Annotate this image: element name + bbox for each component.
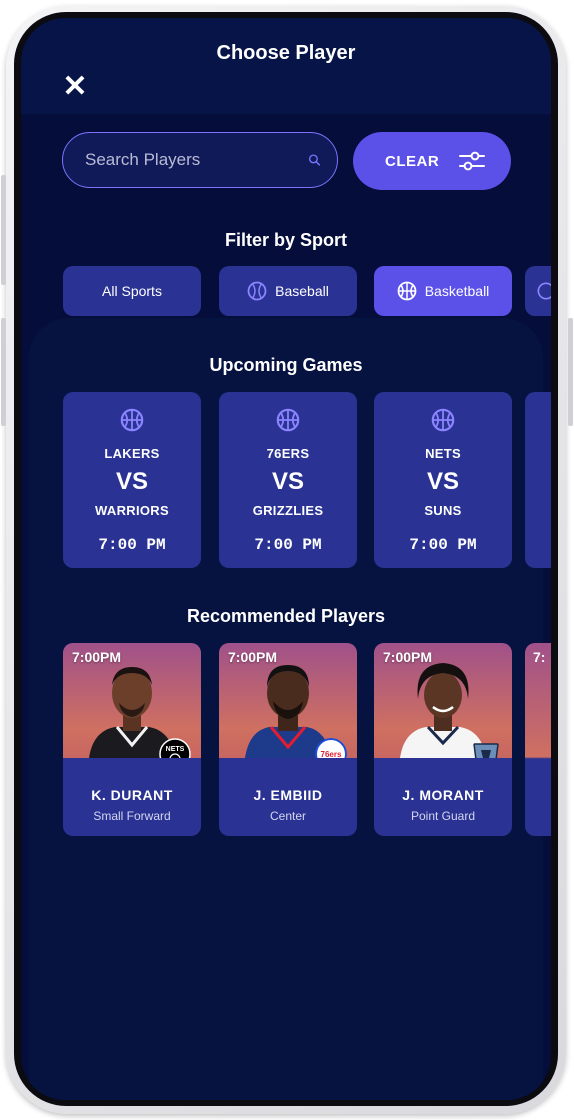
grizzlies-logo-icon [473, 743, 499, 758]
filter-sliders-icon [459, 151, 485, 171]
chip-label: Basketball [424, 283, 490, 299]
clear-button[interactable]: CLEAR [353, 132, 511, 190]
player-name: J. MORANT [402, 787, 484, 803]
player-position: Center [269, 809, 307, 823]
home-team: 76ERS [266, 446, 310, 461]
player-position: Small Forward [93, 809, 171, 823]
chip-all-sports[interactable]: All Sports [63, 266, 201, 316]
home-team: NETS [425, 446, 461, 461]
chip-partial[interactable] [525, 266, 551, 316]
player-position: Point Guard [410, 809, 476, 823]
search-box[interactable] [62, 132, 338, 188]
close-icon[interactable]: ✕ [59, 70, 91, 103]
vs-label: VS [426, 468, 459, 495]
basketball-icon [276, 408, 300, 432]
away-team: WARRIORS [95, 503, 169, 518]
team-logo-text: NETS [166, 746, 185, 753]
header-bar [21, 18, 551, 114]
away-team: GRIZZLIES [252, 503, 324, 518]
player-photo: 7:00PM [374, 643, 512, 758]
game-time: 7:00 PM [98, 536, 166, 554]
team-logo: NETS [159, 738, 191, 758]
game-card[interactable]: NETS VS SUNS 7:00 PM [374, 392, 512, 568]
player-card[interactable]: 7:00PM NETS K. DURANT Small Forward [63, 643, 201, 836]
filter-title: Filter by Sport [224, 230, 347, 250]
recommended-title: Recommended Players [186, 606, 386, 626]
chip-label: All Sports [102, 283, 162, 299]
sport-icon [537, 282, 551, 300]
player-game-time: 7: [533, 649, 546, 665]
player-name: K. DURANT [91, 787, 173, 803]
player-card-partial[interactable]: 7: [525, 643, 551, 836]
player-name: J. EMBIID [253, 787, 323, 803]
game-time: 7:00 PM [254, 536, 322, 554]
page-title: Choose Player [216, 42, 356, 64]
game-time: 7:00 PM [409, 536, 477, 554]
chip-basketball[interactable]: Basketball [374, 266, 512, 316]
game-card[interactable]: 76ERS VS GRIZZLIES 7:00 PM [219, 392, 357, 568]
vs-label: VS [115, 468, 148, 495]
chip-baseball[interactable]: Baseball [219, 266, 357, 316]
basketball-icon [120, 408, 144, 432]
search-input[interactable] [83, 149, 308, 171]
clear-button-label: CLEAR [385, 152, 440, 170]
team-logo-text: 76ers [321, 750, 342, 758]
away-team: SUNS [424, 503, 462, 518]
upcoming-title: Upcoming Games [209, 355, 363, 375]
vs-label: VS [271, 468, 304, 495]
player-photo: 7:00PM NETS [63, 643, 201, 758]
team-logo: 76ers [315, 738, 347, 758]
phone-side-button [1, 175, 6, 285]
home-team: LAKERS [104, 446, 160, 461]
game-card-partial[interactable] [525, 392, 551, 568]
player-photo: 7:00PM 76ers [219, 643, 357, 758]
player-card[interactable]: 7:00PM 76ers J. EMBIID Center [219, 643, 357, 836]
basketball-icon [431, 408, 455, 432]
app-screen: Choose Player ✕ CLEAR Filter by Sport Al… [21, 18, 551, 1100]
baseball-icon [247, 281, 267, 301]
chip-label: Baseball [275, 283, 329, 299]
phone-side-button [1, 318, 6, 426]
phone-side-button [568, 318, 573, 426]
player-card[interactable]: 7:00PM J. MORANT Point Guard [374, 643, 512, 836]
game-card[interactable]: LAKERS VS WARRIORS 7:00 PM [63, 392, 201, 568]
basketball-icon [397, 281, 417, 301]
search-icon[interactable] [308, 148, 321, 172]
